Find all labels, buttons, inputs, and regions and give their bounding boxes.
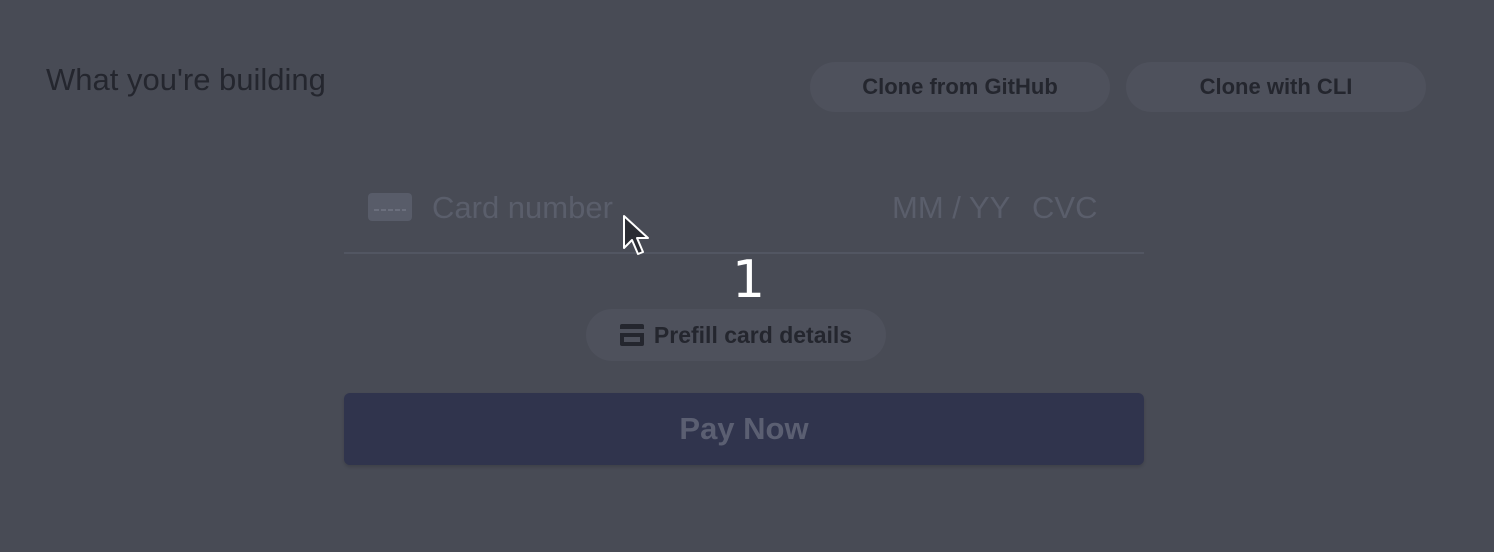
prefill-card-details-button[interactable]: Prefill card details [586, 309, 886, 361]
credit-card-icon [619, 324, 644, 346]
checkout-page: What you're building Clone from GitHub C… [0, 0, 1494, 552]
credit-card-icon [368, 193, 412, 221]
clone-with-cli-button[interactable]: Clone with CLI [1126, 62, 1426, 112]
pay-now-button[interactable]: Pay Now [344, 393, 1144, 465]
cvc-input[interactable]: CVC [1032, 190, 1097, 226]
page-title: What you're building [46, 62, 326, 97]
card-input-field[interactable]: Card number MM / YY CVC [344, 176, 1144, 254]
clone-from-github-button[interactable]: Clone from GitHub [810, 62, 1110, 112]
step-number-label: 1 [732, 250, 766, 310]
mouse-pointer-icon [623, 215, 649, 255]
prefill-button-label: Prefill card details [653, 321, 853, 348]
expiry-input[interactable]: MM / YY [892, 190, 1010, 226]
card-number-input[interactable]: Card number [432, 190, 613, 226]
